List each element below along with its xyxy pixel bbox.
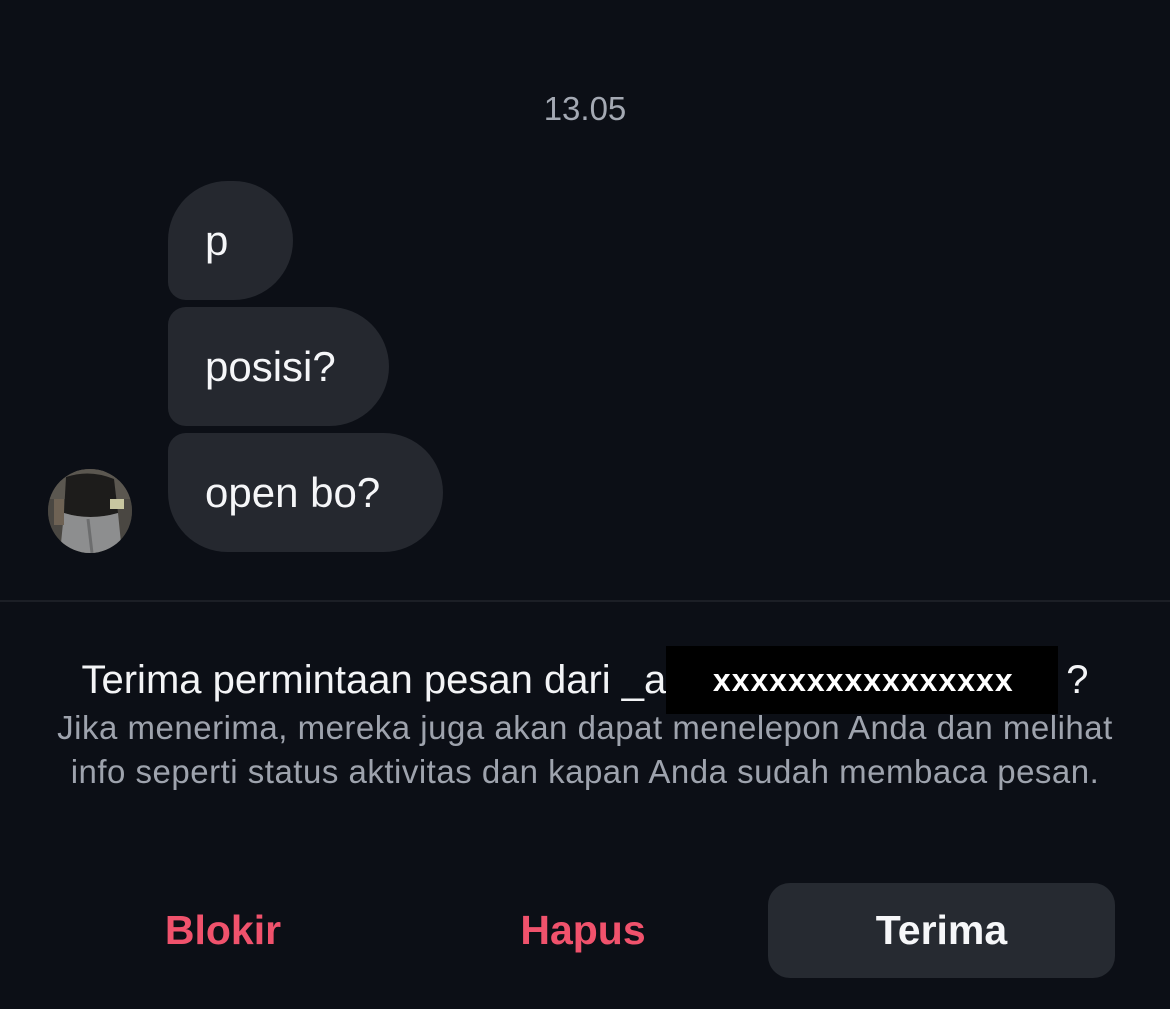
delete-button[interactable]: Hapus xyxy=(418,883,748,978)
username-redaction: xxxxxxxxxxxxxxxx xyxy=(666,646,1059,714)
divider xyxy=(0,600,1170,602)
message-timestamp: 13.05 xyxy=(543,90,627,127)
message-bubble[interactable]: posisi? xyxy=(168,307,389,426)
message-bubble[interactable]: open bo? xyxy=(168,433,443,552)
request-title-prefix: Terima permintaan pesan dari _a xyxy=(81,657,667,702)
message-text: posisi? xyxy=(205,342,336,390)
request-title-suffix: ? xyxy=(1066,657,1089,702)
avatar-photo-icon xyxy=(48,469,132,553)
message-bubble[interactable]: p xyxy=(168,181,293,300)
sender-avatar[interactable] xyxy=(48,469,132,553)
message-request-screen: 13.05 p posisi? open bo? Terima perminta… xyxy=(0,0,1170,1009)
message-text: p xyxy=(205,216,229,264)
request-description: Jika menerima, mereka juga akan dapat me… xyxy=(57,709,1113,790)
message-text: open bo? xyxy=(205,468,381,516)
block-button[interactable]: Blokir xyxy=(58,883,388,978)
request-title: Terima permintaan pesan dari _a xxxxxxxx… xyxy=(0,646,1170,714)
accept-button[interactable]: Terima xyxy=(768,883,1115,978)
